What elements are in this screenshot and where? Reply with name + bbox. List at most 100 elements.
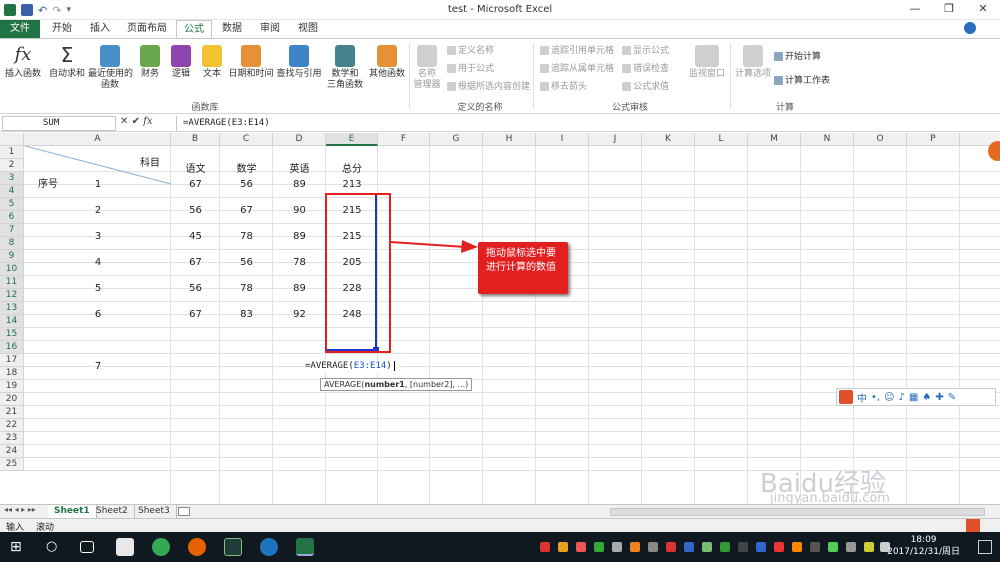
column-header-e[interactable]: E <box>326 133 378 146</box>
row-header-22[interactable]: 22 <box>0 419 24 432</box>
cell-math[interactable]: 67 <box>220 204 273 217</box>
tray-icon-10[interactable] <box>702 542 712 552</box>
column-header-c[interactable]: C <box>220 133 273 146</box>
cell-english[interactable]: 89 <box>273 282 326 295</box>
financial-button[interactable]: 财务 <box>135 43 165 80</box>
tray-icon-12[interactable] <box>738 542 748 552</box>
tray-icon-5[interactable] <box>612 542 622 552</box>
sheet-nav-icon[interactable]: ◂◂ ◂ ▸ ▸▸ <box>4 505 36 514</box>
remove-arrows-item[interactable]: 移去箭头 <box>540 81 587 93</box>
create-from-selection-item[interactable]: 根据所选内容创建 <box>447 81 530 93</box>
row-header-20[interactable]: 20 <box>0 393 24 406</box>
tab-formulas[interactable]: 公式 <box>176 20 212 39</box>
column-header-d[interactable]: D <box>273 133 326 146</box>
cell-math[interactable]: 83 <box>220 308 273 321</box>
column-header-a[interactable]: A <box>25 133 171 146</box>
tray-icon-15[interactable] <box>792 542 802 552</box>
sogou-tray-icon[interactable] <box>966 519 980 532</box>
fx-icon[interactable]: fx <box>143 116 152 127</box>
tray-icon-13[interactable] <box>756 542 766 552</box>
cell-index[interactable]: 5 <box>25 282 171 295</box>
error-checking-item[interactable]: 错误检查 <box>622 63 669 75</box>
cell-chinese[interactable]: 67 <box>171 256 220 269</box>
trace-precedents-item[interactable]: 追踪引用单元格 <box>540 45 614 57</box>
row-header-19[interactable]: 19 <box>0 380 24 393</box>
cell-english[interactable]: 89 <box>273 178 326 191</box>
minimize-button[interactable]: — <box>898 0 932 20</box>
sheet-tab-2[interactable]: Sheet2 <box>90 505 135 518</box>
excel-taskbar-icon[interactable] <box>296 538 314 556</box>
cell-english[interactable]: 89 <box>273 230 326 243</box>
row-header-25[interactable]: 25 <box>0 458 24 471</box>
column-header-n[interactable]: N <box>801 133 854 146</box>
tray-icon-16[interactable] <box>810 542 820 552</box>
tray-icon-19[interactable] <box>864 542 874 552</box>
cell-index[interactable]: 6 <box>25 308 171 321</box>
name-box[interactable]: SUM <box>2 116 116 131</box>
function-tooltip[interactable]: AVERAGE(number1, [number2], ...) <box>320 378 473 391</box>
row-header-3[interactable]: 3 <box>0 172 24 185</box>
tray-icon-6[interactable] <box>630 542 640 552</box>
tray-icon-17[interactable] <box>828 542 838 552</box>
row-header-14[interactable]: 14 <box>0 315 24 328</box>
insert-function-button[interactable]: fx 插入函数 <box>2 43 44 80</box>
column-header-k[interactable]: K <box>642 133 695 146</box>
enter-icon[interactable]: ✔ <box>132 116 140 127</box>
column-header-i[interactable]: I <box>536 133 589 146</box>
formula-input[interactable]: =AVERAGE(E3:E14) <box>176 116 991 131</box>
sheet-tab-3[interactable]: Sheet3 <box>132 505 177 518</box>
row-header-1[interactable]: 1 <box>0 146 24 159</box>
row-header-23[interactable]: 23 <box>0 432 24 445</box>
column-header-j[interactable]: J <box>589 133 642 146</box>
cell-total[interactable]: 213 <box>326 178 378 191</box>
math-trig-button[interactable]: 数学和 三角函数 <box>324 43 366 91</box>
logical-button[interactable]: 逻辑 <box>166 43 196 80</box>
row-header-16[interactable]: 16 <box>0 341 24 354</box>
restore-button[interactable]: ❐ <box>932 0 966 20</box>
new-sheet-icon[interactable] <box>178 507 190 516</box>
cell-math[interactable]: 56 <box>220 178 273 191</box>
row-header-10[interactable]: 10 <box>0 263 24 276</box>
cell-chinese[interactable]: 45 <box>171 230 220 243</box>
row-header-17[interactable]: 17 <box>0 354 24 367</box>
notification-icon[interactable] <box>978 540 992 554</box>
k-app-icon[interactable] <box>260 538 278 556</box>
watch-window-button[interactable]: 监视窗口 <box>686 43 728 80</box>
tray-icon-3[interactable] <box>576 542 586 552</box>
close-button[interactable]: ✕ <box>966 0 1000 20</box>
row-header-13[interactable]: 13 <box>0 302 24 315</box>
tab-home[interactable]: 开始 <box>44 20 80 38</box>
trace-dependents-item[interactable]: 追踪从属单元格 <box>540 63 614 75</box>
tray-icon-1[interactable] <box>540 542 550 552</box>
tray-icon-11[interactable] <box>720 542 730 552</box>
cell-chinese[interactable]: 56 <box>171 282 220 295</box>
clock[interactable]: 18:09 2017/12/31/周日 <box>887 534 960 558</box>
row-header-11[interactable]: 11 <box>0 276 24 289</box>
tab-page-layout[interactable]: 页面布局 <box>120 20 174 38</box>
tray-icon-4[interactable] <box>594 542 604 552</box>
tab-insert[interactable]: 插入 <box>82 20 118 38</box>
lookup-reference-button[interactable]: 查找与引用 <box>276 43 322 80</box>
cell-math[interactable]: 78 <box>220 282 273 295</box>
cell-index[interactable]: 3 <box>25 230 171 243</box>
cell-chinese[interactable]: 67 <box>171 178 220 191</box>
column-header-l[interactable]: L <box>695 133 748 146</box>
row-header-12[interactable]: 12 <box>0 289 24 302</box>
row-header-24[interactable]: 24 <box>0 445 24 458</box>
tab-file[interactable]: 文件 <box>0 20 40 38</box>
row-header-9[interactable]: 9 <box>0 250 24 263</box>
in-cell-editor[interactable]: =AVERAGE(E3:E14) <box>305 360 401 373</box>
worksheet-grid[interactable]: ABCDEFGHIJKLMNOP 1 2 3 4 5 6 7 8 9 10 11 12 13 14 15 16… <box>0 133 1000 504</box>
ime-toolbar[interactable]: 中 •, ☺ ♪ ▦ ♠ ✚ ✎ <box>836 388 996 406</box>
tab-view[interactable]: 视图 <box>290 20 326 38</box>
horizontal-scrollbar[interactable] <box>610 508 985 516</box>
row-header-21[interactable]: 21 <box>0 406 24 419</box>
cell-chinese[interactable]: 56 <box>171 204 220 217</box>
cell-index[interactable]: 2 <box>25 204 171 217</box>
cell-english[interactable]: 78 <box>273 256 326 269</box>
calc-options-button[interactable]: 计算选项 <box>733 43 773 80</box>
tab-data[interactable]: 数据 <box>214 20 250 38</box>
recent-functions-button[interactable]: 最近使用的 函数 <box>88 43 133 91</box>
calculate-now-item[interactable]: 开始计算 <box>774 51 821 63</box>
cell-index[interactable]: 1 <box>25 178 171 191</box>
